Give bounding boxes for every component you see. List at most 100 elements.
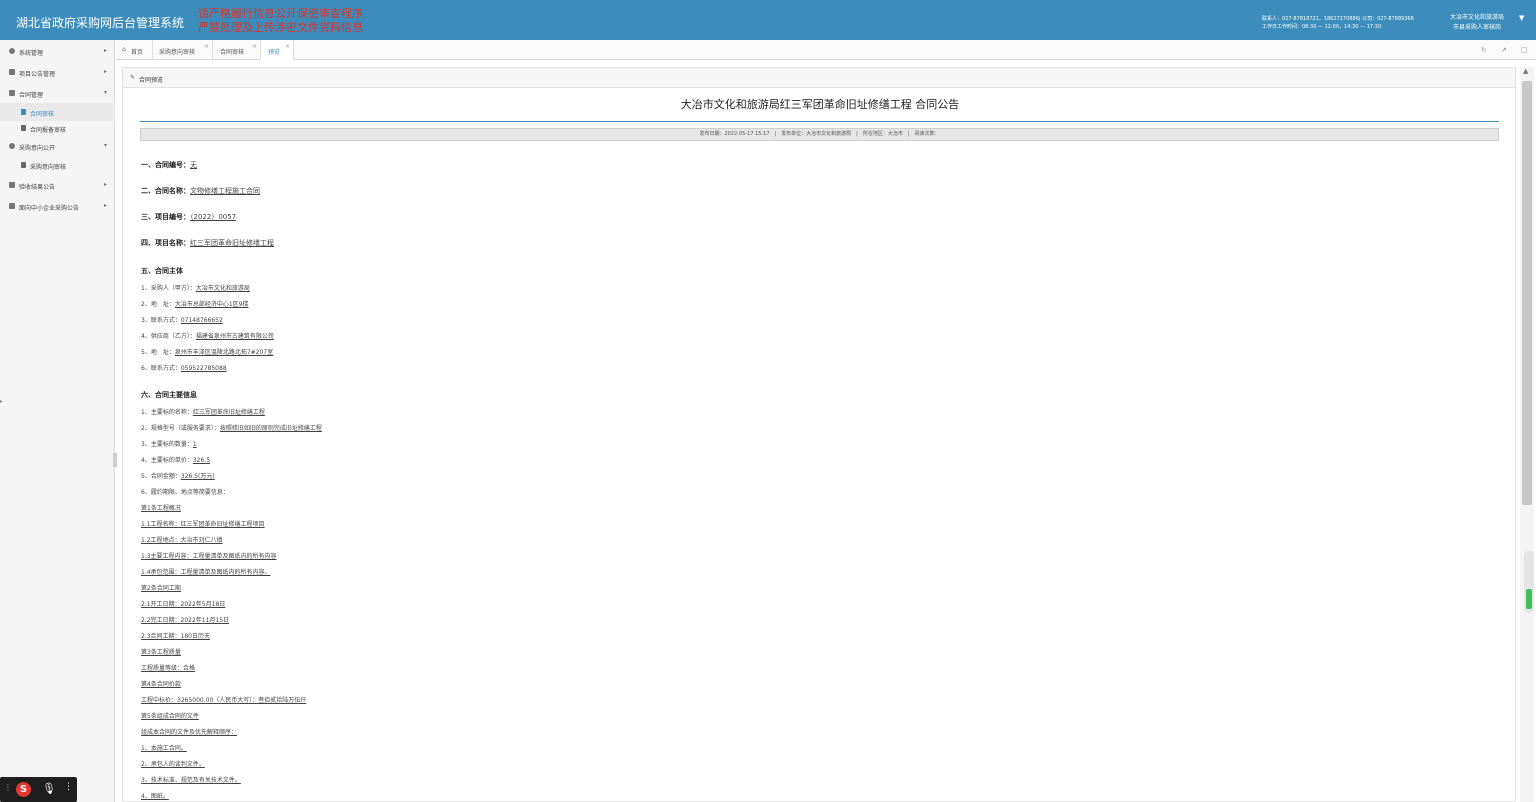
detail-line: 第3条工程质量 xyxy=(141,649,181,656)
gear-icon xyxy=(9,48,15,54)
item-value: 福建省泉州市古建筑有限公司 xyxy=(195,333,274,340)
section-main-info: 六、合同主要信息 xyxy=(141,391,197,399)
chevron-down-icon[interactable]: ▼ xyxy=(1519,14,1524,22)
list-item: 2、地 址：大冶市总部经济中心1区9楼 xyxy=(141,299,248,308)
file-icon xyxy=(21,109,26,115)
close-icon[interactable]: × xyxy=(204,43,209,50)
scrollbar-thumb[interactable] xyxy=(1522,81,1532,505)
section-value: （2022）0057 xyxy=(190,213,237,221)
contact-info: 联系人：027-87818721，18627170886| 公司：027-878… xyxy=(1262,15,1414,31)
detail-line: 2.3合同工期：180日历天 xyxy=(141,633,210,640)
refresh-icon[interactable]: ↻ xyxy=(1481,46,1487,54)
item-key: 6、履约期限、地点等简要信息： xyxy=(141,489,229,496)
item-key: 1、采购人（甲方）： xyxy=(141,285,196,292)
list-item: 3、联系方式：07148766652 xyxy=(141,315,223,324)
detail-line: 1.3主要工程内容：工程量清单及图纸内的所有内容 xyxy=(141,553,277,560)
detail-line: 第4条合同价款 xyxy=(141,681,181,688)
security-warning: 请严格履行信息公开保密审查程序 严禁处理及上传涉密文件资料信息 xyxy=(198,7,363,35)
item-value: 按照修旧如旧的原则完成旧址修缮工程 xyxy=(219,425,322,432)
item-value: 红三军团革命旧址修缮工程 xyxy=(192,409,265,416)
document-title: 大冶市文化和旅游局红三军团革命旧址修缮工程 合同公告 xyxy=(680,98,960,111)
section-contract-no: 一、合同编号：无 xyxy=(141,160,197,170)
globe-icon xyxy=(9,143,15,149)
detail-line: 工程中标价：3265000.00（人民币大写）：叁佰贰拾陆万伍仟 xyxy=(141,697,307,704)
section-label: 一、合同编号： xyxy=(141,161,190,169)
close-icon[interactable]: × xyxy=(252,43,257,50)
tab-preview[interactable]: 预览 × xyxy=(261,40,294,60)
item-value: 07148766652 xyxy=(180,317,223,324)
chevron-right-icon: ▸ xyxy=(104,47,108,54)
detail-line: 2、承包人的谈判文件。 xyxy=(141,761,205,768)
detail-line: 第2条合同工期 xyxy=(141,585,181,592)
detail-line: 1.4承包范围：工程量清单及图纸内的所有内容。 xyxy=(141,569,271,576)
section-project-name: 四、项目名称：红三军团革命旧址修缮工程 xyxy=(141,238,274,248)
list-item: 2、规格型号（或服务要求）：按照修旧如旧的原则完成旧址修缮工程 xyxy=(141,423,322,432)
sidebar-item-intent-public[interactable]: 采购意向公开 ▾ xyxy=(0,137,115,155)
sidebar-item-sme[interactable]: 面向中小企业采购公告 ▸ xyxy=(0,197,115,215)
contact-line: 工作日工作时间：08:30 — 12:00，14:30 — 17:30 xyxy=(1262,24,1381,30)
sidebar-item-intent-review[interactable]: 采购意向审核 xyxy=(0,156,115,174)
list-item: 1、采购人（甲方）：大冶市文化和旅游局 xyxy=(141,283,250,292)
scroll-up-icon[interactable]: ▲ xyxy=(1523,67,1528,75)
vertical-scrollbar[interactable]: ▲ xyxy=(1520,67,1534,802)
detail-line: 4、图纸。 xyxy=(141,793,169,800)
user-menu[interactable]: 大冶市文化和旅游局 市县采购人审核岗 xyxy=(1450,13,1504,33)
app-title: 湖北省政府采购网后台管理系统 xyxy=(16,16,185,30)
home-icon: ⌂ xyxy=(122,46,126,53)
sidebar-item-label: 采购意向审核 xyxy=(30,164,67,171)
volume-indicator xyxy=(1524,551,1534,613)
more-icon[interactable]: ⋮ xyxy=(64,782,73,792)
list-item: 5、合同金额：326.5(万元) xyxy=(141,471,215,480)
item-key: 1、主要标的名称： xyxy=(141,409,193,416)
ime-toolbar[interactable]: ⋮ S 🎙 ⋮ xyxy=(0,777,77,802)
top-header: 湖北省政府采购网后台管理系统 请严格履行信息公开保密审查程序 严禁处理及上传涉密… xyxy=(0,0,1536,40)
file-icon xyxy=(21,125,26,131)
detail-line: 组成本合同的文件及优先解释顺序： xyxy=(141,729,238,736)
detail-line: 工程质量等级：合格 xyxy=(141,665,196,672)
item-value: 大冶市文化和旅游局 xyxy=(195,285,250,292)
section-parties: 五、合同主体 xyxy=(141,267,183,275)
list-item: 3、主要标的数量：1 xyxy=(141,439,197,448)
sidebar: 系统管理 ▸ 项目公告管理 ▸ 合同管理 ▾ 合同审核 合同报备审核 采购意向公… xyxy=(0,40,117,802)
sidebar-item-project-notice[interactable]: 项目公告管理 ▸ xyxy=(0,63,115,81)
item-key: 4、主要标的单价： xyxy=(141,457,193,464)
sidebar-item-acceptance[interactable]: 验收结果公告 ▸ xyxy=(0,176,115,194)
chevron-right-icon[interactable]: ▸ xyxy=(0,398,3,405)
sidebar-item-label: 面向中小企业采购公告 xyxy=(19,205,80,212)
item-value: 326.5(万元) xyxy=(180,473,215,480)
sidebar-item-system[interactable]: 系统管理 ▸ xyxy=(0,42,115,60)
open-new-window-icon[interactable]: ↗ xyxy=(1501,46,1507,54)
item-key: 6、联系方式： xyxy=(141,365,181,372)
detail-line: 第5条组成合同的文件 xyxy=(141,713,199,720)
list-icon xyxy=(9,69,15,75)
item-key: 2、规格型号（或服务要求）： xyxy=(141,425,220,432)
microphone-icon[interactable]: 🎙 xyxy=(42,782,56,795)
tab-contract-review[interactable]: 合同审核 × xyxy=(213,40,261,60)
tab-label: 合同审核 xyxy=(220,49,245,56)
detail-line: 3、技术标准、规范及有关技术文件。 xyxy=(141,777,241,784)
detail-line: 第1条工程概况 xyxy=(141,505,181,512)
tab-home[interactable]: ⌂ 首页 xyxy=(116,40,153,60)
sidebar-item-contract-filing[interactable]: 合同报备审核 xyxy=(0,119,115,137)
volume-level xyxy=(1526,589,1532,609)
item-key: 4、供应商（乙方）： xyxy=(141,333,196,340)
list-item: 1、主要标的名称：红三军团革命旧址修缮工程 xyxy=(141,407,265,416)
section-label: 三、项目编号： xyxy=(141,213,190,221)
tab-intent-review[interactable]: 采购意向审核 × xyxy=(153,40,213,60)
tab-bar: ⌂ 首页 采购意向审核 × 合同审核 × 预览 × ↻ ↗ □ xyxy=(116,40,1536,60)
sidebar-collapse-handle[interactable] xyxy=(113,453,117,467)
item-key: 3、主要标的数量： xyxy=(141,441,193,448)
tab-label: 预览 xyxy=(268,49,281,56)
sidebar-item-contract[interactable]: 合同管理 ▾ xyxy=(0,84,115,102)
tab-label: 首页 xyxy=(131,49,144,56)
sidebar-item-label: 验收结果公告 xyxy=(19,184,56,191)
list-item: 6、联系方式：059522785088 xyxy=(141,363,227,372)
detail-line: 1.2工程地点：大冶市刘仁八镇 xyxy=(141,537,223,544)
chevron-right-icon: ▸ xyxy=(104,68,108,75)
drag-handle-icon[interactable]: ⋮ xyxy=(4,783,12,792)
fullscreen-icon[interactable]: □ xyxy=(1521,46,1528,54)
publish-meta: 发布日期：2022-05-17 15:17 | 发布单位：大冶市文化和旅游局 |… xyxy=(140,128,1499,141)
sogou-s-icon[interactable]: S xyxy=(16,782,31,797)
detail-line: 1.1工程名称：红三军团革命旧址修缮工程项目 xyxy=(141,521,265,528)
close-icon[interactable]: × xyxy=(285,43,290,50)
